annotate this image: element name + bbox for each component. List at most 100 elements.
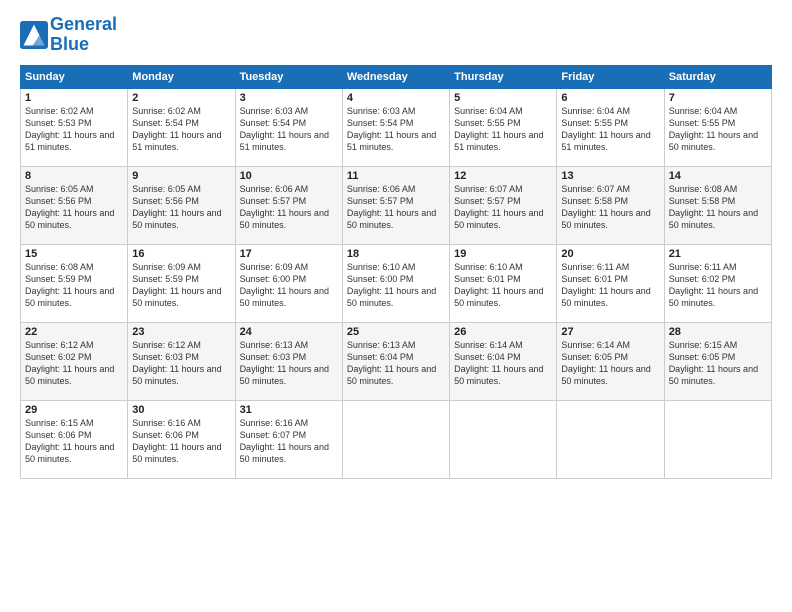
- day-number: 24: [240, 326, 338, 338]
- day-info: Sunrise: 6:12 AMSunset: 6:02 PMDaylight:…: [25, 339, 123, 388]
- day-cell: 25 Sunrise: 6:13 AMSunset: 6:04 PMDaylig…: [342, 322, 449, 400]
- day-cell: 11 Sunrise: 6:06 AMSunset: 5:57 PMDaylig…: [342, 166, 449, 244]
- day-cell: 24 Sunrise: 6:13 AMSunset: 6:03 PMDaylig…: [235, 322, 342, 400]
- day-number: 9: [132, 170, 230, 182]
- day-info: Sunrise: 6:15 AMSunset: 6:06 PMDaylight:…: [25, 417, 123, 466]
- day-number: 5: [454, 92, 552, 104]
- day-info: Sunrise: 6:07 AMSunset: 5:58 PMDaylight:…: [561, 183, 659, 232]
- day-info: Sunrise: 6:02 AMSunset: 5:53 PMDaylight:…: [25, 105, 123, 154]
- week-row-2: 8 Sunrise: 6:05 AMSunset: 5:56 PMDayligh…: [21, 166, 772, 244]
- day-info: Sunrise: 6:16 AMSunset: 6:07 PMDaylight:…: [240, 417, 338, 466]
- day-cell: 8 Sunrise: 6:05 AMSunset: 5:56 PMDayligh…: [21, 166, 128, 244]
- day-number: 18: [347, 248, 445, 260]
- day-cell: 27 Sunrise: 6:14 AMSunset: 6:05 PMDaylig…: [557, 322, 664, 400]
- day-info: Sunrise: 6:14 AMSunset: 6:05 PMDaylight:…: [561, 339, 659, 388]
- header-tuesday: Tuesday: [235, 65, 342, 88]
- day-info: Sunrise: 6:07 AMSunset: 5:57 PMDaylight:…: [454, 183, 552, 232]
- header-thursday: Thursday: [450, 65, 557, 88]
- day-info: Sunrise: 6:02 AMSunset: 5:54 PMDaylight:…: [132, 105, 230, 154]
- day-info: Sunrise: 6:09 AMSunset: 5:59 PMDaylight:…: [132, 261, 230, 310]
- day-cell: 15 Sunrise: 6:08 AMSunset: 5:59 PMDaylig…: [21, 244, 128, 322]
- day-info: Sunrise: 6:14 AMSunset: 6:04 PMDaylight:…: [454, 339, 552, 388]
- day-number: 29: [25, 404, 123, 416]
- day-number: 1: [25, 92, 123, 104]
- day-number: 26: [454, 326, 552, 338]
- day-number: 23: [132, 326, 230, 338]
- logo: General Blue: [20, 15, 117, 55]
- week-row-4: 22 Sunrise: 6:12 AMSunset: 6:02 PMDaylig…: [21, 322, 772, 400]
- header-monday: Monday: [128, 65, 235, 88]
- day-cell: [557, 400, 664, 478]
- header-wednesday: Wednesday: [342, 65, 449, 88]
- day-number: 3: [240, 92, 338, 104]
- day-number: 7: [669, 92, 767, 104]
- header: General Blue: [20, 15, 772, 55]
- day-cell: 30 Sunrise: 6:16 AMSunset: 6:06 PMDaylig…: [128, 400, 235, 478]
- day-info: Sunrise: 6:03 AMSunset: 5:54 PMDaylight:…: [240, 105, 338, 154]
- day-cell: 1 Sunrise: 6:02 AMSunset: 5:53 PMDayligh…: [21, 88, 128, 166]
- day-cell: 10 Sunrise: 6:06 AMSunset: 5:57 PMDaylig…: [235, 166, 342, 244]
- day-cell: 3 Sunrise: 6:03 AMSunset: 5:54 PMDayligh…: [235, 88, 342, 166]
- day-cell: [342, 400, 449, 478]
- day-cell: 6 Sunrise: 6:04 AMSunset: 5:55 PMDayligh…: [557, 88, 664, 166]
- day-info: Sunrise: 6:13 AMSunset: 6:03 PMDaylight:…: [240, 339, 338, 388]
- day-number: 20: [561, 248, 659, 260]
- day-number: 22: [25, 326, 123, 338]
- day-cell: 9 Sunrise: 6:05 AMSunset: 5:56 PMDayligh…: [128, 166, 235, 244]
- day-cell: [664, 400, 771, 478]
- day-number: 27: [561, 326, 659, 338]
- day-number: 14: [669, 170, 767, 182]
- day-info: Sunrise: 6:04 AMSunset: 5:55 PMDaylight:…: [561, 105, 659, 154]
- day-cell: 13 Sunrise: 6:07 AMSunset: 5:58 PMDaylig…: [557, 166, 664, 244]
- day-number: 11: [347, 170, 445, 182]
- week-row-5: 29 Sunrise: 6:15 AMSunset: 6:06 PMDaylig…: [21, 400, 772, 478]
- day-info: Sunrise: 6:13 AMSunset: 6:04 PMDaylight:…: [347, 339, 445, 388]
- day-number: 6: [561, 92, 659, 104]
- day-info: Sunrise: 6:08 AMSunset: 5:58 PMDaylight:…: [669, 183, 767, 232]
- day-cell: 16 Sunrise: 6:09 AMSunset: 5:59 PMDaylig…: [128, 244, 235, 322]
- day-number: 4: [347, 92, 445, 104]
- day-number: 8: [25, 170, 123, 182]
- day-number: 16: [132, 248, 230, 260]
- day-number: 31: [240, 404, 338, 416]
- day-info: Sunrise: 6:11 AMSunset: 6:02 PMDaylight:…: [669, 261, 767, 310]
- day-info: Sunrise: 6:15 AMSunset: 6:05 PMDaylight:…: [669, 339, 767, 388]
- day-info: Sunrise: 6:11 AMSunset: 6:01 PMDaylight:…: [561, 261, 659, 310]
- day-number: 30: [132, 404, 230, 416]
- day-cell: 29 Sunrise: 6:15 AMSunset: 6:06 PMDaylig…: [21, 400, 128, 478]
- day-number: 28: [669, 326, 767, 338]
- header-saturday: Saturday: [664, 65, 771, 88]
- week-row-1: 1 Sunrise: 6:02 AMSunset: 5:53 PMDayligh…: [21, 88, 772, 166]
- day-number: 2: [132, 92, 230, 104]
- week-row-3: 15 Sunrise: 6:08 AMSunset: 5:59 PMDaylig…: [21, 244, 772, 322]
- calendar-page: General Blue SundayMondayTuesdayWednesda…: [0, 0, 792, 612]
- day-number: 15: [25, 248, 123, 260]
- day-number: 10: [240, 170, 338, 182]
- day-number: 13: [561, 170, 659, 182]
- day-number: 17: [240, 248, 338, 260]
- day-cell: 23 Sunrise: 6:12 AMSunset: 6:03 PMDaylig…: [128, 322, 235, 400]
- day-cell: 20 Sunrise: 6:11 AMSunset: 6:01 PMDaylig…: [557, 244, 664, 322]
- day-info: Sunrise: 6:08 AMSunset: 5:59 PMDaylight:…: [25, 261, 123, 310]
- day-number: 12: [454, 170, 552, 182]
- logo-line2: Blue: [50, 35, 117, 55]
- day-info: Sunrise: 6:10 AMSunset: 6:01 PMDaylight:…: [454, 261, 552, 310]
- day-cell: 4 Sunrise: 6:03 AMSunset: 5:54 PMDayligh…: [342, 88, 449, 166]
- day-info: Sunrise: 6:06 AMSunset: 5:57 PMDaylight:…: [347, 183, 445, 232]
- day-cell: [450, 400, 557, 478]
- day-info: Sunrise: 6:04 AMSunset: 5:55 PMDaylight:…: [454, 105, 552, 154]
- day-number: 21: [669, 248, 767, 260]
- day-info: Sunrise: 6:05 AMSunset: 5:56 PMDaylight:…: [132, 183, 230, 232]
- day-cell: 2 Sunrise: 6:02 AMSunset: 5:54 PMDayligh…: [128, 88, 235, 166]
- day-cell: 21 Sunrise: 6:11 AMSunset: 6:02 PMDaylig…: [664, 244, 771, 322]
- day-cell: 17 Sunrise: 6:09 AMSunset: 6:00 PMDaylig…: [235, 244, 342, 322]
- calendar-table: SundayMondayTuesdayWednesdayThursdayFrid…: [20, 65, 772, 479]
- day-info: Sunrise: 6:12 AMSunset: 6:03 PMDaylight:…: [132, 339, 230, 388]
- day-cell: 14 Sunrise: 6:08 AMSunset: 5:58 PMDaylig…: [664, 166, 771, 244]
- header-sunday: Sunday: [21, 65, 128, 88]
- day-info: Sunrise: 6:16 AMSunset: 6:06 PMDaylight:…: [132, 417, 230, 466]
- day-info: Sunrise: 6:04 AMSunset: 5:55 PMDaylight:…: [669, 105, 767, 154]
- day-cell: 19 Sunrise: 6:10 AMSunset: 6:01 PMDaylig…: [450, 244, 557, 322]
- day-cell: 26 Sunrise: 6:14 AMSunset: 6:04 PMDaylig…: [450, 322, 557, 400]
- day-cell: 12 Sunrise: 6:07 AMSunset: 5:57 PMDaylig…: [450, 166, 557, 244]
